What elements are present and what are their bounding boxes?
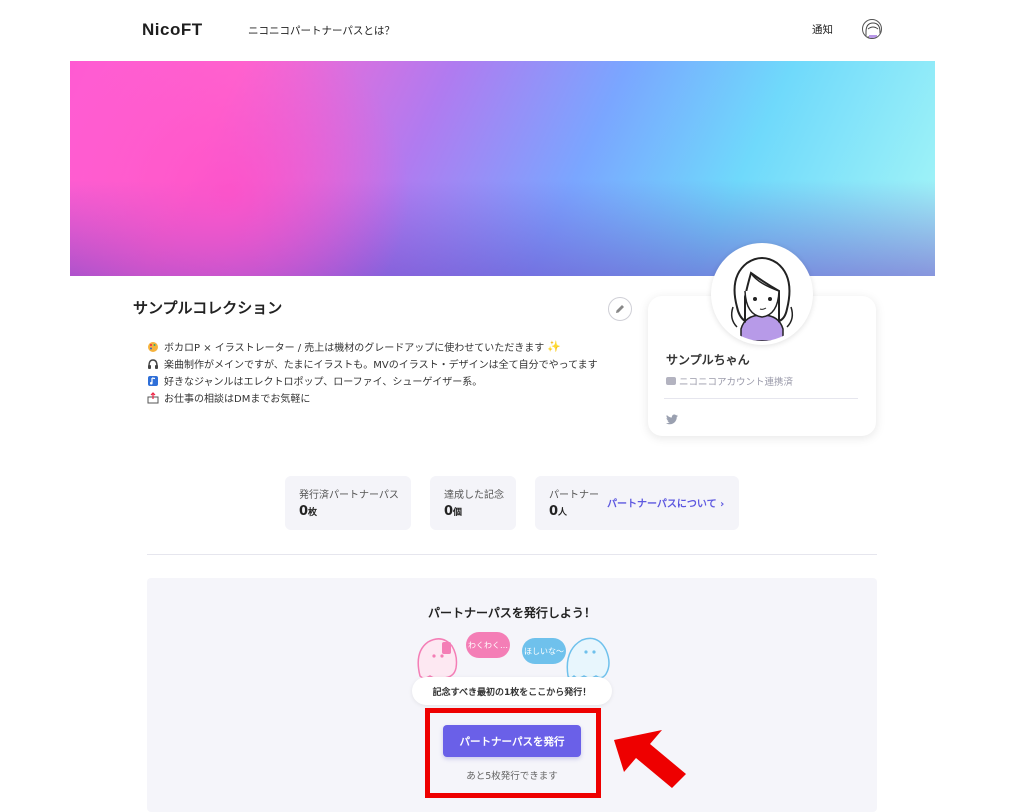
annotation-arrow-icon <box>610 726 690 796</box>
profile-divider <box>664 398 858 399</box>
account-link-status: ニコニコアカウント連携済 <box>666 374 793 388</box>
about-partner-pass-link[interactable]: ニコニコパートナーパスとは？ <box>248 23 395 38</box>
bio-text: ボカロP × イラストレーター / 売上は機材のグレードアップに使わせていただき… <box>164 343 545 354</box>
account-link-text: ニコニコアカウント連携済 <box>679 377 794 388</box>
section-divider <box>147 554 877 555</box>
palette-icon <box>146 340 159 353</box>
bio-text: 楽曲制作がメインですが、たまにイラストも。MVのイラスト・デザインは全て自分でや… <box>164 360 598 371</box>
stat-value: 0人 <box>549 504 568 519</box>
stat-achieved-milestones: 達成した記念 0個 <box>430 476 516 530</box>
issue-panel-title: パートナーパスを発行しよう！ <box>428 606 596 620</box>
pencil-icon <box>616 305 624 313</box>
stat-issued-passes: 発行済パートナーパス 0枚 <box>285 476 411 530</box>
remaining-count-text: あと5枚発行できます <box>466 771 558 782</box>
nicoft-logo[interactable]: NicoFT <box>142 20 203 40</box>
bio-text: 好きなジャンルはエレクトロポップ、ローファイ、シューゲイザー系。 <box>164 377 483 388</box>
profile-avatar <box>711 243 813 345</box>
outbox-icon <box>146 391 159 404</box>
speech-bubble-blue: ほしいな〜 <box>522 638 566 664</box>
bio-line: お仕事の相談はDMまでお気軽に <box>146 389 616 406</box>
bio-line: ボカロP × イラストレーター / 売上は機材のグレードアップに使わせていただき… <box>146 338 616 355</box>
profile-name: サンプルちゃん <box>666 353 750 367</box>
speech-bubble-pink: わくわく… <box>466 632 510 658</box>
stat-label: パートナー <box>549 490 599 501</box>
collection-bio: ボカロP × イラストレーター / 売上は機材のグレードアップに使わせていただき… <box>146 338 616 406</box>
twitter-icon[interactable] <box>666 410 678 429</box>
stat-label: 発行済パートナーパス <box>299 490 399 501</box>
issue-partner-pass-button[interactable]: パートナーパスを発行 <box>443 725 581 757</box>
header-banner-image <box>70 61 935 276</box>
first-pass-callout: 記念すべき最初の1枚をここから発行！ <box>412 677 612 705</box>
niconico-tv-icon <box>666 377 676 385</box>
stat-partners: パートナー 0人 パートナーパスについて › <box>535 476 739 530</box>
stat-label: 達成した記念 <box>444 490 504 501</box>
edit-button[interactable] <box>608 297 632 321</box>
bio-line: 好きなジャンルはエレクトロポップ、ローファイ、シューゲイザー系。 <box>146 372 616 389</box>
headphones-icon <box>146 357 159 370</box>
user-avatar-icon[interactable] <box>862 19 882 39</box>
notifications-link[interactable]: 通知 <box>812 22 833 37</box>
stat-value: 0枚 <box>299 504 318 519</box>
bio-line: 楽曲制作がメインですが、たまにイラストも。MVのイラスト・デザインは全て自分でや… <box>146 355 616 372</box>
collection-title: サンプルコレクション <box>133 299 283 317</box>
top-header: NicoFT ニコニコパートナーパスとは？ 通知 <box>0 0 1024 60</box>
sparkle-icon: ✨ <box>547 340 561 353</box>
about-partner-pass-button[interactable]: パートナーパスについて › <box>607 495 724 510</box>
bio-text: お仕事の相談はDMまでお気軽に <box>164 394 311 405</box>
stat-value: 0個 <box>444 504 463 519</box>
music-note-icon <box>146 374 159 387</box>
